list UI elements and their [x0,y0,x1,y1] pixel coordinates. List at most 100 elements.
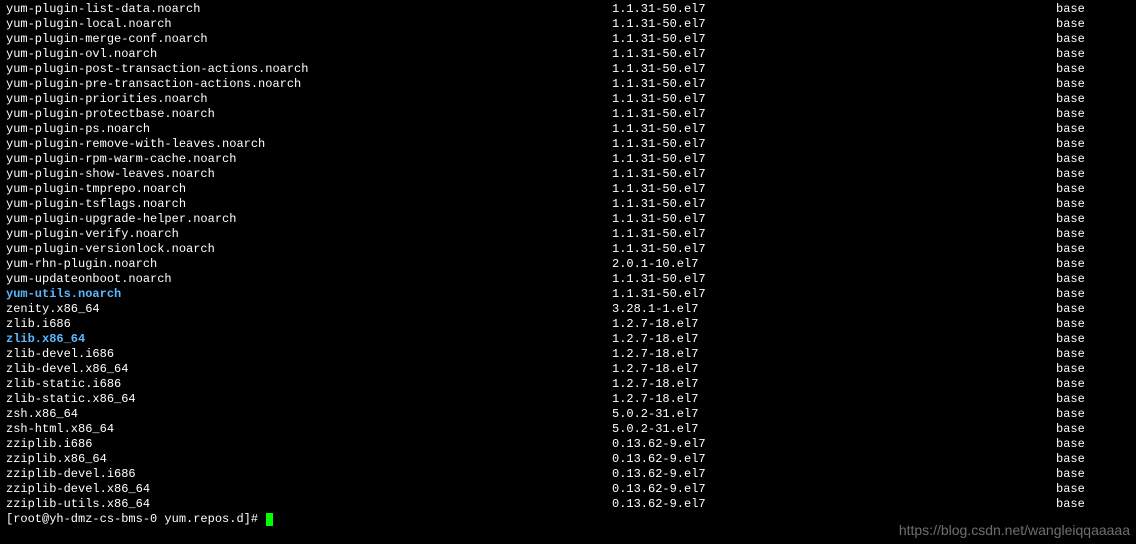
package-version: 1.2.7-18.el7 [612,347,1056,362]
package-row: yum-plugin-tmprepo.noarch1.1.31-50.el7ba… [6,182,1130,197]
package-name: yum-plugin-verify.noarch [6,227,612,242]
package-repo: base [1056,2,1085,17]
package-version: 5.0.2-31.el7 [612,407,1056,422]
package-version: 1.1.31-50.el7 [612,227,1056,242]
package-repo: base [1056,197,1085,212]
package-repo: base [1056,152,1085,167]
package-name: zziplib-utils.x86_64 [6,497,612,512]
package-version: 1.1.31-50.el7 [612,62,1056,77]
cursor [266,513,273,526]
package-row: yum-plugin-tsflags.noarch1.1.31-50.el7ba… [6,197,1130,212]
package-row: zziplib-devel.x86_640.13.62-9.el7base [6,482,1130,497]
package-name: yum-plugin-upgrade-helper.noarch [6,212,612,227]
package-version: 1.1.31-50.el7 [612,47,1056,62]
package-row: yum-plugin-verify.noarch1.1.31-50.el7bas… [6,227,1130,242]
package-version: 1.1.31-50.el7 [612,152,1056,167]
package-repo: base [1056,107,1085,122]
package-name: yum-updateonboot.noarch [6,272,612,287]
package-name: zlib.x86_64 [6,332,612,347]
package-row: yum-plugin-protectbase.noarch1.1.31-50.e… [6,107,1130,122]
package-repo: base [1056,137,1085,152]
package-version: 0.13.62-9.el7 [612,482,1056,497]
package-row: zziplib-devel.i6860.13.62-9.el7base [6,467,1130,482]
package-name: yum-rhn-plugin.noarch [6,257,612,272]
package-version: 1.1.31-50.el7 [612,242,1056,257]
package-name: zlib-static.i686 [6,377,612,392]
package-row: yum-plugin-ps.noarch1.1.31-50.el7base [6,122,1130,137]
package-row: yum-plugin-merge-conf.noarch1.1.31-50.el… [6,32,1130,47]
package-name: yum-plugin-pre-transaction-actions.noarc… [6,77,612,92]
package-repo: base [1056,422,1085,437]
package-row: zlib-devel.i6861.2.7-18.el7base [6,347,1130,362]
package-version: 1.1.31-50.el7 [612,122,1056,137]
watermark: https://blog.csdn.net/wangleiqqaaaaa [899,523,1130,538]
package-name: zziplib-devel.i686 [6,467,612,482]
package-name: zlib-devel.i686 [6,347,612,362]
package-version: 1.1.31-50.el7 [612,32,1056,47]
package-row: yum-utils.noarch1.1.31-50.el7base [6,287,1130,302]
package-row: zsh-html.x86_645.0.2-31.el7base [6,422,1130,437]
package-repo: base [1056,452,1085,467]
package-name: yum-plugin-tsflags.noarch [6,197,612,212]
package-repo: base [1056,122,1085,137]
package-version: 1.1.31-50.el7 [612,92,1056,107]
package-name: yum-plugin-versionlock.noarch [6,242,612,257]
package-repo: base [1056,497,1085,512]
package-repo: base [1056,302,1085,317]
package-repo: base [1056,317,1085,332]
package-repo: base [1056,332,1085,347]
package-repo: base [1056,257,1085,272]
package-name: yum-plugin-tmprepo.noarch [6,182,612,197]
package-repo: base [1056,392,1085,407]
package-row: zlib-devel.x86_641.2.7-18.el7base [6,362,1130,377]
package-name: yum-plugin-priorities.noarch [6,92,612,107]
package-row: zlib-static.i6861.2.7-18.el7base [6,377,1130,392]
package-row: zlib.x86_641.2.7-18.el7base [6,332,1130,347]
package-list: yum-plugin-list-data.noarch1.1.31-50.el7… [6,2,1130,512]
package-name: yum-plugin-ps.noarch [6,122,612,137]
package-name: yum-plugin-remove-with-leaves.noarch [6,137,612,152]
package-row: yum-updateonboot.noarch1.1.31-50.el7base [6,272,1130,287]
package-repo: base [1056,92,1085,107]
package-row: yum-plugin-upgrade-helper.noarch1.1.31-5… [6,212,1130,227]
package-row: zlib-static.x86_641.2.7-18.el7base [6,392,1130,407]
package-name: yum-plugin-protectbase.noarch [6,107,612,122]
package-repo: base [1056,437,1085,452]
package-repo: base [1056,347,1085,362]
package-name: zsh.x86_64 [6,407,612,422]
package-version: 0.13.62-9.el7 [612,467,1056,482]
package-name: zlib.i686 [6,317,612,332]
package-repo: base [1056,227,1085,242]
package-name: zziplib.i686 [6,437,612,452]
package-version: 0.13.62-9.el7 [612,437,1056,452]
package-version: 1.2.7-18.el7 [612,317,1056,332]
package-version: 1.1.31-50.el7 [612,212,1056,227]
package-version: 1.2.7-18.el7 [612,362,1056,377]
package-row: yum-rhn-plugin.noarch2.0.1-10.el7base [6,257,1130,272]
package-row: yum-plugin-show-leaves.noarch1.1.31-50.e… [6,167,1130,182]
package-version: 1.1.31-50.el7 [612,272,1056,287]
package-version: 1.1.31-50.el7 [612,167,1056,182]
package-row: zenity.x86_643.28.1-1.el7base [6,302,1130,317]
package-version: 1.2.7-18.el7 [612,392,1056,407]
package-name: yum-plugin-ovl.noarch [6,47,612,62]
package-row: yum-plugin-list-data.noarch1.1.31-50.el7… [6,2,1130,17]
package-repo: base [1056,467,1085,482]
package-repo: base [1056,167,1085,182]
package-repo: base [1056,242,1085,257]
package-name: yum-plugin-post-transaction-actions.noar… [6,62,612,77]
package-repo: base [1056,272,1085,287]
package-repo: base [1056,62,1085,77]
package-row: zziplib-utils.x86_640.13.62-9.el7base [6,497,1130,512]
package-row: yum-plugin-rpm-warm-cache.noarch1.1.31-5… [6,152,1130,167]
package-repo: base [1056,287,1085,302]
package-version: 1.2.7-18.el7 [612,377,1056,392]
package-row: yum-plugin-post-transaction-actions.noar… [6,62,1130,77]
package-row: zlib.i6861.2.7-18.el7base [6,317,1130,332]
package-version: 3.28.1-1.el7 [612,302,1056,317]
package-name: yum-plugin-list-data.noarch [6,2,612,17]
package-version: 1.1.31-50.el7 [612,17,1056,32]
package-repo: base [1056,377,1085,392]
package-version: 1.1.31-50.el7 [612,77,1056,92]
package-repo: base [1056,32,1085,47]
